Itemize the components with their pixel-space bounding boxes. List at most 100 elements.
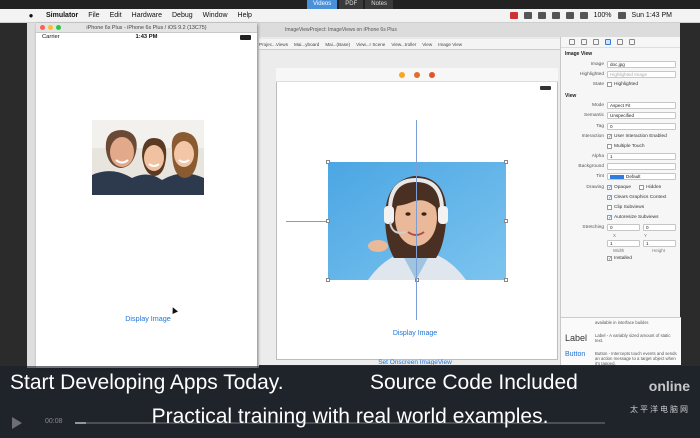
object-library: available in interface builder. Label Lab… bbox=[561, 317, 681, 366]
multiple-touch-checkbox[interactable] bbox=[607, 143, 612, 149]
simulator-window[interactable]: iPhone 6s Plus - iPhone 6s Plus / iOS 9.… bbox=[36, 23, 257, 368]
record-icon[interactable] bbox=[509, 12, 518, 19]
stretch-x-caption: X bbox=[613, 233, 616, 238]
mode-select[interactable]: Aspect Fit bbox=[607, 102, 676, 110]
tint-value: Default bbox=[626, 174, 641, 180]
timemachine-icon[interactable] bbox=[537, 12, 546, 19]
ib-set-onscreen-button[interactable]: Set Onscreen ImageView bbox=[345, 359, 485, 366]
zoom-icon[interactable] bbox=[56, 25, 61, 30]
highlighted-checkbox[interactable] bbox=[607, 81, 612, 87]
library-button-desc: Button - Intercepts touch events and sen… bbox=[595, 351, 677, 366]
menu-window[interactable]: Window bbox=[203, 12, 228, 19]
semantic-select[interactable]: Unspecified bbox=[607, 112, 676, 120]
clip-subviews-checkbox[interactable] bbox=[607, 205, 612, 211]
view-controller-icon[interactable] bbox=[399, 71, 405, 78]
opaque-checkbox[interactable]: ✓ bbox=[607, 184, 612, 190]
resize-handle[interactable] bbox=[504, 278, 508, 282]
exit-icon[interactable] bbox=[429, 71, 435, 78]
user-interaction-label: User Interaction Enabled bbox=[614, 133, 667, 139]
apple-icon[interactable]: ● bbox=[26, 11, 36, 20]
battery-percent[interactable]: 100% bbox=[594, 12, 612, 19]
jumpbar-item[interactable]: View...r Scene bbox=[356, 42, 385, 47]
menu-help[interactable]: Help bbox=[238, 12, 252, 19]
highlighted-image-field[interactable]: Highlighted Image bbox=[607, 70, 676, 78]
tab-notes[interactable]: Notes bbox=[365, 0, 393, 9]
menu-edit[interactable]: Edit bbox=[110, 12, 122, 19]
library-item-label[interactable]: Label Label - A variably sized amount of … bbox=[561, 329, 681, 347]
alpha-field[interactable]: 1 bbox=[607, 153, 676, 161]
stretch-width-field[interactable]: 1 bbox=[607, 239, 640, 247]
stretch-y-field[interactable]: 0 bbox=[643, 224, 676, 232]
mouse-cursor-icon bbox=[170, 306, 178, 314]
user-interaction-checkbox[interactable]: ✓ bbox=[607, 133, 612, 139]
menu-hardware[interactable]: Hardware bbox=[132, 12, 162, 19]
highlighted-check-label: Highlighted bbox=[614, 81, 639, 87]
menu-file[interactable]: File bbox=[88, 12, 99, 19]
volume-icon[interactable] bbox=[579, 12, 588, 19]
library-item-desc: available in interface builder. bbox=[595, 320, 650, 325]
connections-inspector-icon[interactable] bbox=[629, 39, 635, 45]
resize-handle[interactable] bbox=[326, 278, 330, 282]
jumpbar-item[interactable]: View...troller bbox=[391, 42, 416, 47]
simulator-titlebar: iPhone 6s Plus - iPhone 6s Plus / iOS 9.… bbox=[36, 23, 257, 33]
stretch-y-caption: Y bbox=[643, 233, 647, 238]
ib-image-view[interactable] bbox=[328, 162, 506, 280]
ib-display-image-button[interactable]: Display Image bbox=[365, 330, 465, 337]
tab-pdf[interactable]: PDF bbox=[339, 0, 364, 9]
file-inspector-icon[interactable] bbox=[569, 39, 575, 45]
image-field[interactable]: doc.jpg bbox=[607, 60, 676, 68]
autoresize-label: Autoresize Subviews bbox=[614, 215, 659, 221]
alignment-guide-vertical bbox=[416, 120, 417, 320]
section-view: View bbox=[565, 92, 577, 99]
tag-field[interactable]: 0 bbox=[607, 122, 676, 130]
menu-clock[interactable]: Sun 1:43 PM bbox=[632, 12, 672, 19]
resize-handle[interactable] bbox=[504, 219, 508, 223]
clip-subviews-label: Clip Subviews bbox=[614, 205, 645, 211]
menu-debug[interactable]: Debug bbox=[172, 12, 193, 19]
resize-handle[interactable] bbox=[504, 160, 508, 164]
size-inspector-icon[interactable] bbox=[617, 39, 623, 45]
resize-handle[interactable] bbox=[326, 160, 330, 164]
jumpbar-item[interactable]: View bbox=[422, 42, 432, 47]
attributes-inspector-icon[interactable] bbox=[605, 39, 611, 45]
semantic-label: Semantic bbox=[584, 113, 604, 119]
caption-line1-right: Source Code Included bbox=[370, 371, 578, 394]
headset-woman-photo bbox=[328, 162, 506, 280]
stretch-x-field[interactable]: 0 bbox=[607, 224, 640, 232]
autoresize-checkbox[interactable]: ✓ bbox=[607, 215, 612, 221]
first-responder-icon[interactable] bbox=[414, 71, 420, 78]
tab-videos[interactable]: Videos bbox=[307, 0, 338, 9]
alpha-label: Alpha bbox=[591, 154, 604, 160]
interface-builder-canvas[interactable]: Display Image Set Onscreen ImageView bbox=[255, 50, 560, 366]
tag-label: Tag bbox=[596, 123, 604, 129]
clears-context-checkbox[interactable]: ✓ bbox=[607, 194, 612, 200]
identity-inspector-icon[interactable] bbox=[593, 39, 599, 45]
hidden-checkbox[interactable] bbox=[639, 184, 645, 190]
jumpbar-item[interactable]: Mai...(Base) bbox=[325, 42, 350, 47]
background-color-well[interactable] bbox=[607, 163, 676, 171]
installed-checkbox[interactable]: ✓ bbox=[607, 255, 612, 261]
jumpbar-item[interactable]: Image View bbox=[438, 42, 462, 47]
wifi-icon[interactable] bbox=[565, 12, 574, 19]
installed-label: Installed bbox=[614, 255, 632, 261]
display-image-button[interactable]: Display Image bbox=[96, 314, 200, 323]
jumpbar-item[interactable]: Mai...yboard bbox=[294, 42, 319, 47]
help-inspector-icon[interactable] bbox=[581, 39, 587, 45]
bluetooth-icon[interactable] bbox=[551, 12, 560, 19]
battery-icon[interactable] bbox=[617, 12, 626, 19]
minimize-icon[interactable] bbox=[48, 25, 53, 30]
library-label-desc: Label - A variably sized amount of stati… bbox=[595, 333, 671, 343]
simulator-image-view bbox=[92, 120, 204, 195]
resize-handle[interactable] bbox=[326, 219, 330, 223]
watermark-main: online bbox=[648, 378, 690, 394]
menu-app-name[interactable]: Simulator bbox=[46, 12, 78, 19]
stretch-height-field[interactable]: 1 bbox=[643, 239, 676, 247]
xcode-titlebar: ImageViewProject: ImageViews on iPhone 6… bbox=[255, 23, 680, 37]
tint-select[interactable]: Default bbox=[607, 173, 676, 181]
stretch-width-caption: Width bbox=[613, 248, 625, 254]
close-icon[interactable] bbox=[40, 25, 45, 30]
jumpbar-item[interactable]: Projec...Views bbox=[259, 42, 288, 47]
interaction-label: Interaction bbox=[581, 133, 604, 139]
video-tab-bar: Videos PDF Notes bbox=[0, 0, 700, 9]
dropbox-icon[interactable] bbox=[523, 12, 532, 19]
